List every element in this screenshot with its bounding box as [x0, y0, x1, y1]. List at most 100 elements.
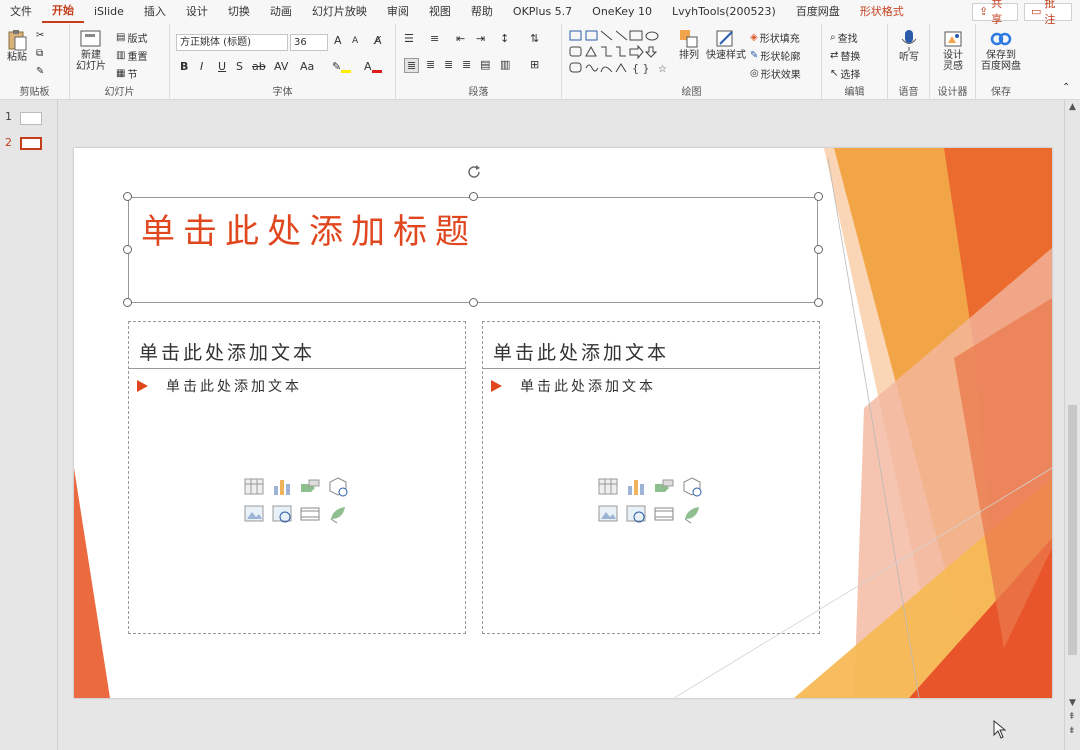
bullets-icon[interactable]: ☰ [404, 32, 414, 45]
insert-video-icon[interactable] [653, 503, 675, 525]
rotate-handle-icon[interactable] [464, 162, 484, 182]
save-to-baidu-button[interactable]: 保存到 百度网盘 [978, 28, 1024, 72]
shadow-button[interactable]: S [236, 60, 243, 73]
strikethrough-button[interactable]: ab [252, 60, 266, 73]
tab-help[interactable]: 帮助 [461, 0, 503, 24]
select-button[interactable]: ↖ 选择 [830, 66, 860, 81]
smartart-icon[interactable]: ⊞ [530, 58, 539, 71]
copy-icon[interactable]: ⧉ [36, 48, 43, 59]
font-color-icon[interactable]: A [364, 60, 382, 73]
replace-button[interactable]: ⇄ 替换 [830, 48, 860, 63]
tab-home[interactable]: 开始 [42, 1, 84, 23]
section-button[interactable]: ▦ 节 [116, 66, 137, 81]
content-placeholder-left[interactable]: 单击此处添加文本 单击此处添加文本 [128, 321, 466, 634]
tab-lvyhtools[interactable]: LvyhTools(200523) [662, 0, 786, 24]
slide-thumbnail-2[interactable] [20, 137, 42, 150]
next-slide-icon[interactable]: ⇟ [1068, 726, 1076, 736]
dictate-button[interactable]: 听写 [894, 28, 924, 63]
numbering-icon[interactable]: ≡ [430, 32, 439, 45]
justify-icon[interactable]: ≣ [462, 58, 471, 71]
insert-smartart-icon[interactable] [653, 476, 675, 498]
insert-video-icon[interactable] [299, 503, 321, 525]
bullet-item-right[interactable]: 单击此处添加文本 [491, 376, 656, 396]
format-painter-icon[interactable]: ✎ [36, 66, 44, 77]
tab-okplus[interactable]: OKPlus 5.7 [503, 0, 582, 24]
insert-picture-icon[interactable] [597, 503, 619, 525]
bold-button[interactable]: B [180, 60, 188, 73]
tab-file[interactable]: 文件 [0, 0, 42, 24]
insert-smartart-icon[interactable] [299, 476, 321, 498]
bullet-item-left[interactable]: 单击此处添加文本 [137, 376, 302, 396]
find-button[interactable]: ⌕ 查找 [830, 30, 858, 45]
tab-islide[interactable]: iSlide [84, 0, 134, 24]
cut-icon[interactable]: ✂ [36, 30, 44, 41]
tab-transitions[interactable]: 切换 [218, 0, 260, 24]
content-heading-left[interactable]: 单击此处添加文本 [139, 338, 315, 365]
resize-handle[interactable] [123, 298, 132, 307]
slide-title[interactable]: 单击此处添加标题 [141, 204, 477, 253]
shapes-gallery[interactable]: { } ☆ [568, 28, 672, 78]
increase-indent-icon[interactable]: ⇥ [476, 32, 485, 45]
resize-handle[interactable] [123, 245, 132, 254]
insert-3d-model-icon[interactable] [327, 476, 349, 498]
share-button[interactable]: ⇪ 共享 [972, 0, 1018, 26]
font-name-select[interactable]: 方正姚体 (标题) [176, 34, 288, 51]
scrollbar-thumb[interactable] [1068, 405, 1077, 655]
content-placeholder-right[interactable]: 单击此处添加文本 单击此处添加文本 [482, 321, 820, 634]
line-spacing-icon[interactable]: ↕ [500, 32, 509, 45]
grow-font-button[interactable]: A [334, 34, 342, 47]
shape-fill-button[interactable]: ◈ 形状填充 [750, 30, 800, 45]
align-center-icon[interactable]: ≣ [426, 58, 435, 71]
resize-handle[interactable] [814, 192, 823, 201]
tab-insert[interactable]: 插入 [134, 0, 176, 24]
insert-online-picture-icon[interactable] [271, 503, 293, 525]
insert-icons-icon[interactable] [327, 503, 349, 525]
insert-picture-icon[interactable] [243, 503, 265, 525]
insert-table-icon[interactable] [243, 476, 265, 498]
underline-button[interactable]: U [218, 60, 226, 73]
tab-review[interactable]: 审阅 [377, 0, 419, 24]
scroll-up-icon[interactable]: ▲ [1069, 102, 1076, 112]
title-placeholder[interactable]: 单击此处添加标题 [128, 197, 818, 303]
align-right-icon[interactable]: ≣ [444, 58, 453, 71]
content-heading-right[interactable]: 单击此处添加文本 [493, 338, 669, 365]
insert-online-picture-icon[interactable] [625, 503, 647, 525]
vertical-scrollbar[interactable]: ▲ ▼ ⇞ ⇟ [1064, 100, 1080, 750]
quick-styles-button[interactable]: 快速样式 [706, 28, 746, 61]
insert-chart-icon[interactable] [625, 476, 647, 498]
insert-chart-icon[interactable] [271, 476, 293, 498]
clear-format-icon[interactable]: A̸ [374, 34, 382, 47]
insert-3d-model-icon[interactable] [681, 476, 703, 498]
previous-slide-icon[interactable]: ⇞ [1068, 712, 1076, 722]
distributed-icon[interactable]: ▤ [480, 58, 490, 71]
italic-button[interactable]: I [200, 60, 203, 73]
design-ideas-button[interactable]: 设计 灵感 [936, 28, 970, 72]
tab-baidu-netdisk[interactable]: 百度网盘 [786, 0, 850, 24]
new-slide-button[interactable]: 新建 幻灯片 [74, 28, 108, 72]
decrease-indent-icon[interactable]: ⇤ [456, 32, 465, 45]
tab-design[interactable]: 设计 [176, 0, 218, 24]
resize-handle[interactable] [469, 192, 478, 201]
align-left-icon[interactable]: ≣ [404, 58, 420, 73]
tab-shape-format[interactable]: 形状格式 [850, 0, 914, 24]
collapse-ribbon-icon[interactable]: ⌃ [1062, 82, 1070, 93]
slide-canvas[interactable]: 单击此处添加标题 单击此处添加文本 单击此处添加文本 单击此处添加文本 单击此处… [74, 148, 1052, 698]
arrange-button[interactable]: 排列 [676, 28, 702, 61]
shape-outline-button[interactable]: ✎ 形状轮廓 [750, 48, 800, 63]
columns-icon[interactable]: ▥ [500, 58, 510, 71]
text-direction-icon[interactable]: ⇅ [530, 32, 539, 45]
scroll-down-icon[interactable]: ▼ [1069, 698, 1076, 708]
resize-handle[interactable] [469, 298, 478, 307]
highlight-icon[interactable]: ✎ [332, 60, 352, 73]
paste-button[interactable]: 粘贴 [4, 28, 30, 63]
reset-button[interactable]: ▥ 重置 [116, 48, 147, 63]
change-case-button[interactable]: Aa [300, 60, 314, 73]
tab-view[interactable]: 视图 [419, 0, 461, 24]
resize-handle[interactable] [814, 298, 823, 307]
shape-effects-button[interactable]: ◎ 形状效果 [750, 66, 801, 81]
tab-animations[interactable]: 动画 [260, 0, 302, 24]
resize-handle[interactable] [814, 245, 823, 254]
comments-button[interactable]: ▭ 批注 [1024, 0, 1072, 26]
insert-icons-icon[interactable] [681, 503, 703, 525]
shrink-font-button[interactable]: A [352, 36, 358, 46]
